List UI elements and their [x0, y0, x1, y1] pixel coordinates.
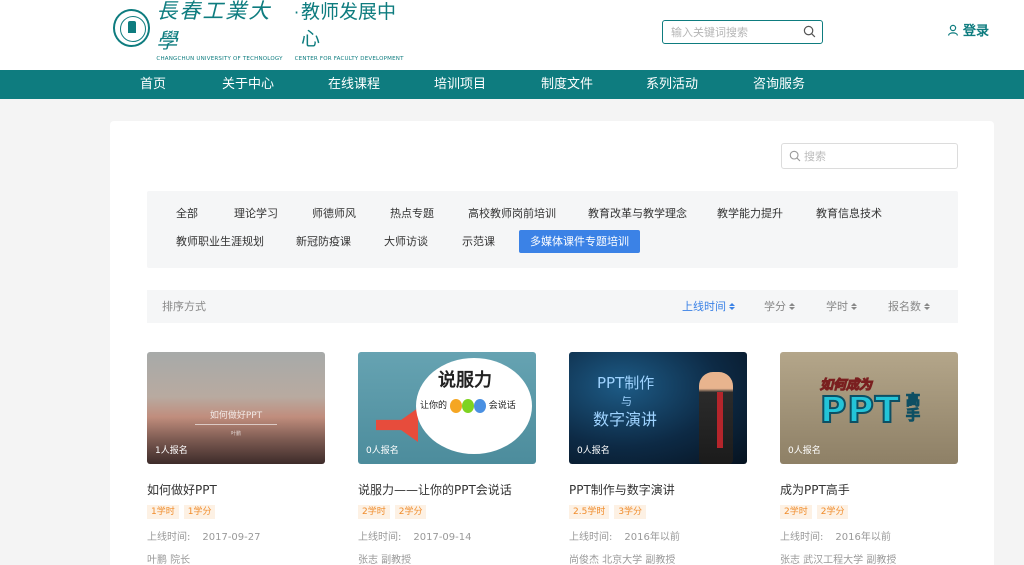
user-icon — [947, 24, 959, 36]
course-search-input[interactable] — [782, 144, 932, 168]
logo-center-name: 教师发展中心 — [301, 0, 397, 50]
sort-caret-icon — [924, 303, 930, 310]
category-multimedia[interactable]: 多媒体课件专题培训 — [519, 230, 640, 253]
course-title[interactable]: 成为PPT高手 — [780, 481, 958, 498]
nav-item-home[interactable]: 首页 — [140, 70, 166, 99]
category-hot-topics[interactable]: 热点专题 — [390, 202, 434, 225]
course-search-box — [781, 143, 958, 169]
enrollment-count: 0人报名 — [366, 446, 399, 456]
course-card[interactable]: PPT制作 与 数字演讲 0人报名 PPT制作与数字演讲 2.5学时 3学分 上… — [569, 352, 747, 565]
search-icon[interactable] — [789, 150, 801, 162]
nav-item-training[interactable]: 培训项目 — [434, 70, 486, 99]
logo-text: 長春工業大學 · 教师发展中心 CHANGCHUN UNIVERSITY OF … — [156, 0, 413, 62]
balloon-icon — [449, 398, 462, 413]
course-thumbnail[interactable]: 说服力 让你的 会说话 0人报名 — [358, 352, 536, 464]
category-pre-job-training[interactable]: 高校教师岗前培训 — [468, 202, 556, 225]
category-all[interactable]: 全部 — [176, 202, 198, 225]
category-ethics[interactable]: 师德师风 — [312, 202, 356, 225]
balloon-icon — [461, 398, 474, 413]
enrollment-count: 0人报名 — [577, 446, 610, 456]
site-header: 長春工業大學 · 教师发展中心 CHANGCHUN UNIVERSITY OF … — [0, 0, 1024, 70]
login-label: 登录 — [963, 24, 990, 39]
sort-by-credits[interactable]: 学分 — [764, 290, 795, 323]
logo-english-center: CENTER FOR FACULTY DEVELOPMENT — [294, 55, 404, 62]
sort-by-online-time[interactable]: 上线时间 — [682, 290, 735, 323]
course-title[interactable]: 说服力——让你的PPT会说话 — [358, 481, 536, 498]
course-card[interactable]: 说服力 让你的 会说话 0人报名 说服力——让你的PPT会说话 2学时 2学分 … — [358, 352, 536, 565]
course-card[interactable]: 如何做好PPT 叶鹏 1人报名 如何做好PPT 1学时 1学分 上线时间: 201… — [147, 352, 325, 565]
sort-caret-icon — [729, 303, 735, 310]
teacher-name: 尚俊杰 北京大学 副教授 — [569, 555, 676, 565]
course-thumbnail[interactable]: 如何成为 PPT 高手 0人报名 — [780, 352, 958, 464]
logo-university-name: 長春工業大學 — [156, 0, 272, 53]
course-title[interactable]: 如何做好PPT — [147, 481, 325, 498]
course-thumbnail[interactable]: 如何做好PPT 叶鹏 1人报名 — [147, 352, 325, 464]
login-button[interactable]: 登录 — [947, 20, 989, 39]
teacher-name: 张志 副教授 — [358, 555, 412, 565]
online-time: 上线时间: 2016年以前 — [569, 532, 680, 543]
enrollment-count: 1人报名 — [155, 446, 188, 456]
category-theory[interactable]: 理论学习 — [234, 202, 278, 225]
nav-item-about[interactable]: 关于中心 — [222, 70, 274, 99]
credits-badge: 2学分 — [394, 505, 427, 519]
hours-badge: 2学时 — [358, 505, 390, 519]
category-education-reform[interactable]: 教育改革与教学理念 — [588, 202, 687, 225]
sort-caret-icon — [851, 303, 857, 310]
credits-badge: 2学分 — [816, 505, 849, 519]
nav-item-regulations[interactable]: 制度文件 — [541, 70, 593, 99]
credits-badge: 3学分 — [614, 505, 647, 519]
online-time: 上线时间: 2017-09-14 — [358, 532, 472, 543]
sort-bar: 排序方式 上线时间 学分 学时 报名数 — [147, 290, 958, 323]
nav-item-consulting[interactable]: 咨询服务 — [753, 70, 805, 99]
sort-by-hours[interactable]: 学时 — [826, 290, 857, 323]
university-seal-icon — [113, 9, 151, 47]
sort-label: 排序方式 — [162, 300, 206, 313]
main-nav: 首页 关于中心 在线课程 培训项目 制度文件 系列活动 咨询服务 — [0, 70, 1024, 99]
course-thumbnail[interactable]: PPT制作 与 数字演讲 0人报名 — [569, 352, 747, 464]
category-info-tech[interactable]: 教育信息技术 — [816, 202, 882, 225]
balloon-icon — [473, 398, 486, 413]
megaphone-icon — [376, 408, 418, 442]
teacher-name: 叶鹏 院长 — [147, 555, 191, 565]
category-career-planning[interactable]: 教师职业生涯规划 — [176, 230, 264, 253]
category-teaching-ability[interactable]: 教学能力提升 — [717, 202, 783, 225]
category-filter: 全部 理论学习 师德师风 热点专题 高校教师岗前培训 教育改革与教学理念 教学能… — [147, 191, 958, 268]
header-search-box — [662, 20, 823, 44]
teacher-name: 张志 武汉工程大学 副教授 — [780, 555, 897, 565]
site-logo[interactable]: 長春工業大學 · 教师发展中心 CHANGCHUN UNIVERSITY OF … — [113, 0, 413, 62]
online-time: 上线时间: 2016年以前 — [780, 532, 891, 543]
enrollment-count: 0人报名 — [788, 446, 821, 456]
hours-badge: 1学时 — [147, 505, 179, 519]
search-icon[interactable] — [803, 25, 816, 38]
sort-by-enrollment[interactable]: 报名数 — [888, 290, 930, 323]
online-time: 上线时间: 2017-09-27 — [147, 532, 261, 543]
credits-badge: 1学分 — [183, 505, 216, 519]
nav-item-online-courses[interactable]: 在线课程 — [328, 70, 380, 99]
header-search-input[interactable] — [663, 21, 793, 43]
category-demo-class[interactable]: 示范课 — [462, 230, 495, 253]
nav-item-activities[interactable]: 系列活动 — [646, 70, 698, 99]
logo-english-university: CHANGCHUN UNIVERSITY OF TECHNOLOGY — [156, 55, 283, 62]
hours-badge: 2学时 — [780, 505, 812, 519]
sort-caret-icon — [789, 303, 795, 310]
category-master-interview[interactable]: 大师访谈 — [384, 230, 428, 253]
hours-badge: 2.5学时 — [569, 505, 610, 519]
speaker-figure — [699, 372, 733, 464]
course-title[interactable]: PPT制作与数字演讲 — [569, 481, 747, 498]
category-covid[interactable]: 新冠防疫课 — [296, 230, 351, 253]
course-card[interactable]: 如何成为 PPT 高手 0人报名 成为PPT高手 2学时 2学分 上线时间: 20… — [780, 352, 958, 565]
